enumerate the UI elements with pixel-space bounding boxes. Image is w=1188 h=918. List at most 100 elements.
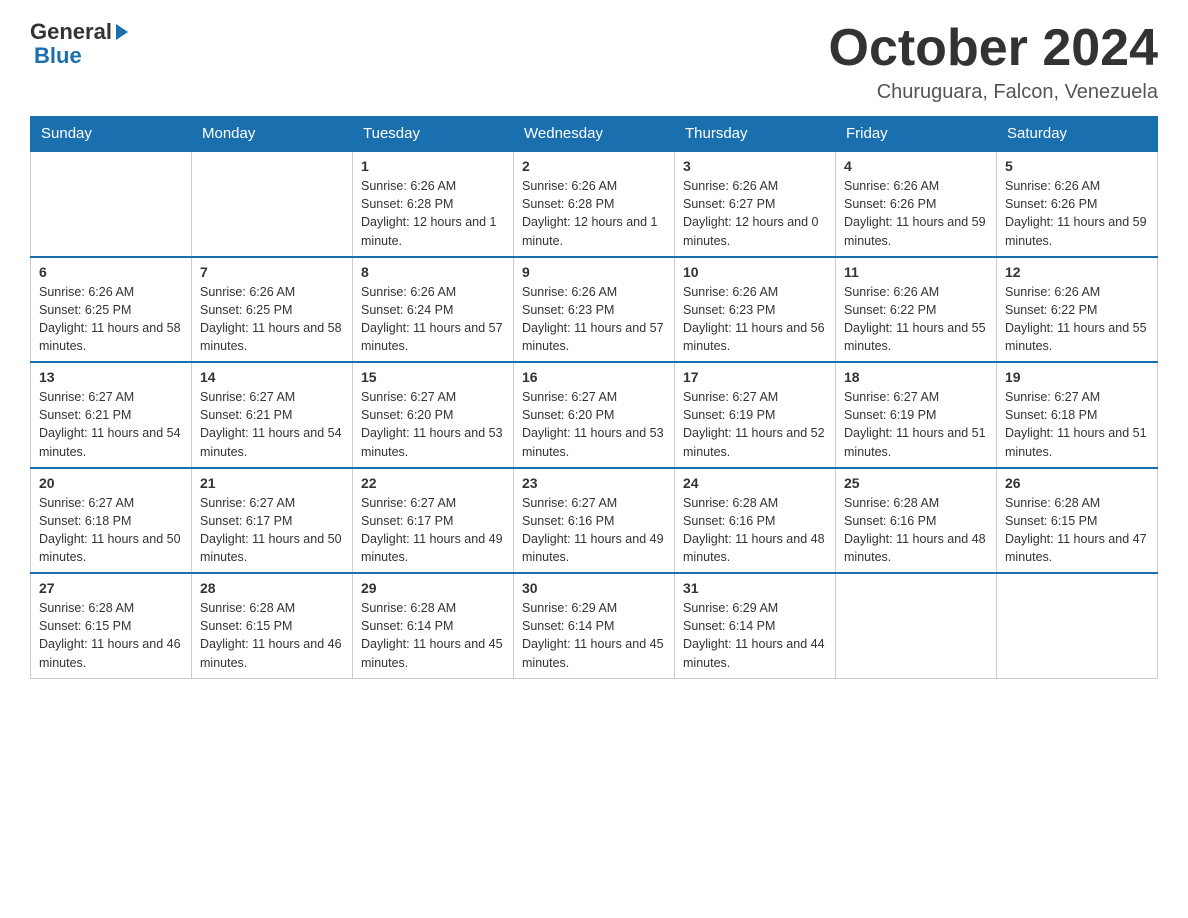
day-info: Sunrise: 6:28 AMSunset: 6:15 PMDaylight:… — [200, 599, 344, 672]
day-info: Sunrise: 6:28 AMSunset: 6:16 PMDaylight:… — [683, 494, 827, 567]
calendar-cell: 16 Sunrise: 6:27 AMSunset: 6:20 PMDayligh… — [514, 362, 675, 468]
day-number: 12 — [1005, 264, 1149, 280]
calendar-week-1: 1 Sunrise: 6:26 AMSunset: 6:28 PMDaylight… — [31, 151, 1158, 257]
calendar-cell: 2 Sunrise: 6:26 AMSunset: 6:28 PMDaylight… — [514, 151, 675, 257]
day-number: 22 — [361, 475, 505, 491]
calendar-week-5: 27 Sunrise: 6:28 AMSunset: 6:15 PMDayligh… — [31, 573, 1158, 678]
day-number: 31 — [683, 580, 827, 596]
month-title: October 2024 — [829, 20, 1159, 77]
day-info: Sunrise: 6:26 AMSunset: 6:25 PMDaylight:… — [39, 283, 183, 356]
calendar-cell: 9Sunrise: 6:26 AMSunset: 6:23 PMDaylight… — [514, 257, 675, 363]
day-number: 21 — [200, 475, 344, 491]
day-info: Sunrise: 6:28 AMSunset: 6:14 PMDaylight:… — [361, 599, 505, 672]
day-info: Sunrise: 6:27 AMSunset: 6:20 PMDaylight:… — [361, 388, 505, 461]
day-number: 7 — [200, 264, 344, 280]
weekday-header-friday: Friday — [836, 117, 997, 152]
day-info: Sunrise: 6:27 AMSunset: 6:21 PMDaylight:… — [200, 388, 344, 461]
calendar-cell — [997, 573, 1158, 678]
day-info: Sunrise: 6:28 AMSunset: 6:16 PMDaylight:… — [844, 494, 988, 567]
calendar-cell: 25 Sunrise: 6:28 AMSunset: 6:16 PMDayligh… — [836, 468, 997, 574]
day-number: 11 — [844, 264, 988, 280]
day-number: 18 — [844, 369, 988, 385]
day-info: Sunrise: 6:27 AMSunset: 6:19 PMDaylight:… — [683, 388, 827, 461]
day-number: 2 — [522, 158, 666, 174]
day-number: 17 — [683, 369, 827, 385]
logo-blue: Blue — [34, 43, 82, 68]
calendar-week-4: 20 Sunrise: 6:27 AMSunset: 6:18 PMDayligh… — [31, 468, 1158, 574]
logo-general: General — [30, 20, 112, 44]
calendar-cell: 23Sunrise: 6:27 AMSunset: 6:16 PMDayligh… — [514, 468, 675, 574]
day-info: Sunrise: 6:27 AMSunset: 6:18 PMDaylight:… — [1005, 388, 1149, 461]
day-info: Sunrise: 6:26 AMSunset: 6:28 PMDaylight:… — [522, 177, 666, 250]
calendar-week-2: 6Sunrise: 6:26 AMSunset: 6:25 PMDaylight… — [31, 257, 1158, 363]
calendar-cell: 3 Sunrise: 6:26 AMSunset: 6:27 PMDaylight… — [675, 151, 836, 257]
weekday-header-monday: Monday — [192, 117, 353, 152]
day-info: Sunrise: 6:26 AMSunset: 6:23 PMDaylight:… — [522, 283, 666, 356]
day-number: 13 — [39, 369, 183, 385]
day-info: Sunrise: 6:26 AMSunset: 6:24 PMDaylight:… — [361, 283, 505, 356]
calendar-cell: 31 Sunrise: 6:29 AMSunset: 6:14 PMDayligh… — [675, 573, 836, 678]
day-info: Sunrise: 6:26 AMSunset: 6:22 PMDaylight:… — [1005, 283, 1149, 356]
day-info: Sunrise: 6:29 AMSunset: 6:14 PMDaylight:… — [522, 599, 666, 672]
day-info: Sunrise: 6:26 AMSunset: 6:26 PMDaylight:… — [844, 177, 988, 250]
day-info: Sunrise: 6:27 AMSunset: 6:17 PMDaylight:… — [361, 494, 505, 567]
calendar-cell: 15 Sunrise: 6:27 AMSunset: 6:20 PMDayligh… — [353, 362, 514, 468]
calendar-cell: 26 Sunrise: 6:28 AMSunset: 6:15 PMDayligh… — [997, 468, 1158, 574]
page-header: General Blue October 2024 Churuguara, Fa… — [30, 20, 1158, 104]
day-info: Sunrise: 6:27 AMSunset: 6:17 PMDaylight:… — [200, 494, 344, 567]
day-number: 30 — [522, 580, 666, 596]
day-info: Sunrise: 6:26 AMSunset: 6:22 PMDaylight:… — [844, 283, 988, 356]
weekday-header-saturday: Saturday — [997, 117, 1158, 152]
day-info: Sunrise: 6:27 AMSunset: 6:21 PMDaylight:… — [39, 388, 183, 461]
calendar-cell: 5 Sunrise: 6:26 AMSunset: 6:26 PMDaylight… — [997, 151, 1158, 257]
calendar-cell: 29Sunrise: 6:28 AMSunset: 6:14 PMDayligh… — [353, 573, 514, 678]
day-number: 20 — [39, 475, 183, 491]
day-info: Sunrise: 6:26 AMSunset: 6:25 PMDaylight:… — [200, 283, 344, 356]
calendar-cell: 4 Sunrise: 6:26 AMSunset: 6:26 PMDaylight… — [836, 151, 997, 257]
weekday-header-thursday: Thursday — [675, 117, 836, 152]
calendar-cell: 30 Sunrise: 6:29 AMSunset: 6:14 PMDayligh… — [514, 573, 675, 678]
calendar-week-3: 13 Sunrise: 6:27 AMSunset: 6:21 PMDayligh… — [31, 362, 1158, 468]
day-number: 14 — [200, 369, 344, 385]
day-info: Sunrise: 6:27 AMSunset: 6:18 PMDaylight:… — [39, 494, 183, 567]
calendar-cell — [836, 573, 997, 678]
calendar-cell: 11 Sunrise: 6:26 AMSunset: 6:22 PMDayligh… — [836, 257, 997, 363]
day-info: Sunrise: 6:28 AMSunset: 6:15 PMDaylight:… — [39, 599, 183, 672]
location: Churuguara, Falcon, Venezuela — [829, 81, 1159, 104]
day-info: Sunrise: 6:28 AMSunset: 6:15 PMDaylight:… — [1005, 494, 1149, 567]
day-number: 1 — [361, 158, 505, 174]
day-number: 26 — [1005, 475, 1149, 491]
calendar-cell: 7 Sunrise: 6:26 AMSunset: 6:25 PMDaylight… — [192, 257, 353, 363]
day-info: Sunrise: 6:26 AMSunset: 6:28 PMDaylight:… — [361, 177, 505, 250]
day-info: Sunrise: 6:26 AMSunset: 6:27 PMDaylight:… — [683, 177, 827, 250]
day-number: 25 — [844, 475, 988, 491]
calendar-cell: 6Sunrise: 6:26 AMSunset: 6:25 PMDaylight… — [31, 257, 192, 363]
day-number: 15 — [361, 369, 505, 385]
day-number: 24 — [683, 475, 827, 491]
day-number: 23 — [522, 475, 666, 491]
day-number: 28 — [200, 580, 344, 596]
weekday-header-row: SundayMondayTuesdayWednesdayThursdayFrid… — [31, 117, 1158, 152]
day-info: Sunrise: 6:26 AMSunset: 6:26 PMDaylight:… — [1005, 177, 1149, 250]
day-info: Sunrise: 6:29 AMSunset: 6:14 PMDaylight:… — [683, 599, 827, 672]
calendar-cell: 14 Sunrise: 6:27 AMSunset: 6:21 PMDayligh… — [192, 362, 353, 468]
calendar-cell: 20 Sunrise: 6:27 AMSunset: 6:18 PMDayligh… — [31, 468, 192, 574]
day-number: 19 — [1005, 369, 1149, 385]
calendar-cell: 12 Sunrise: 6:26 AMSunset: 6:22 PMDayligh… — [997, 257, 1158, 363]
day-number: 4 — [844, 158, 988, 174]
calendar-cell: 1 Sunrise: 6:26 AMSunset: 6:28 PMDaylight… — [353, 151, 514, 257]
calendar-cell: 8Sunrise: 6:26 AMSunset: 6:24 PMDaylight… — [353, 257, 514, 363]
calendar-cell: 27 Sunrise: 6:28 AMSunset: 6:15 PMDayligh… — [31, 573, 192, 678]
calendar-cell: 24 Sunrise: 6:28 AMSunset: 6:16 PMDayligh… — [675, 468, 836, 574]
day-info: Sunrise: 6:27 AMSunset: 6:19 PMDaylight:… — [844, 388, 988, 461]
day-number: 27 — [39, 580, 183, 596]
weekday-header-tuesday: Tuesday — [353, 117, 514, 152]
day-number: 5 — [1005, 158, 1149, 174]
day-number: 3 — [683, 158, 827, 174]
logo: General Blue — [30, 20, 128, 68]
calendar-cell: 28 Sunrise: 6:28 AMSunset: 6:15 PMDayligh… — [192, 573, 353, 678]
day-number: 16 — [522, 369, 666, 385]
calendar-cell: 13 Sunrise: 6:27 AMSunset: 6:21 PMDayligh… — [31, 362, 192, 468]
day-info: Sunrise: 6:27 AMSunset: 6:20 PMDaylight:… — [522, 388, 666, 461]
calendar-body: 1 Sunrise: 6:26 AMSunset: 6:28 PMDaylight… — [31, 151, 1158, 678]
